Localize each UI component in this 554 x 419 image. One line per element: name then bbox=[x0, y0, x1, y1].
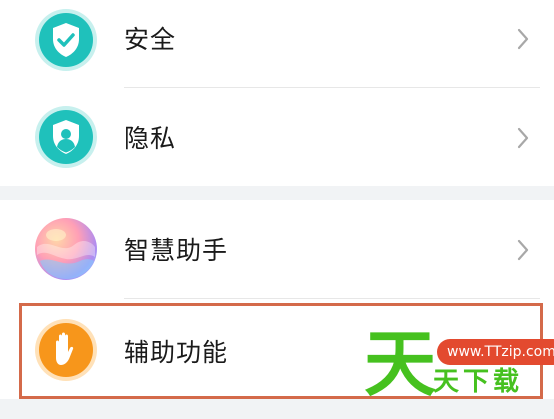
smart-assistant-icon bbox=[34, 217, 98, 281]
settings-item-label: 安全 bbox=[124, 25, 177, 54]
svg-text:天: 天 bbox=[365, 325, 435, 399]
watermark: 天 www.TTzip.com 天下载 bbox=[365, 325, 554, 405]
settings-item-smart-assistant[interactable]: 智慧助手 bbox=[0, 200, 554, 298]
settings-item-label: 隐私 bbox=[124, 124, 177, 153]
settings-item-label: 智慧助手 bbox=[124, 236, 229, 265]
settings-item-label: 辅助功能 bbox=[124, 338, 229, 367]
chevron-right-icon bbox=[514, 125, 532, 151]
watermark-text: 天下载 bbox=[433, 367, 524, 397]
settings-item-privacy[interactable]: 隐私 bbox=[0, 88, 554, 186]
settings-item-security[interactable]: 安全 bbox=[0, 0, 554, 86]
shield-check-icon bbox=[34, 8, 98, 72]
section-gap bbox=[0, 186, 554, 200]
watermark-logo: 天 bbox=[365, 325, 435, 399]
hand-icon bbox=[34, 318, 98, 382]
chevron-right-icon bbox=[514, 237, 532, 263]
privacy-shield-icon bbox=[34, 105, 98, 169]
watermark-url: www.TTzip.com bbox=[437, 339, 554, 365]
chevron-right-icon bbox=[514, 26, 532, 52]
